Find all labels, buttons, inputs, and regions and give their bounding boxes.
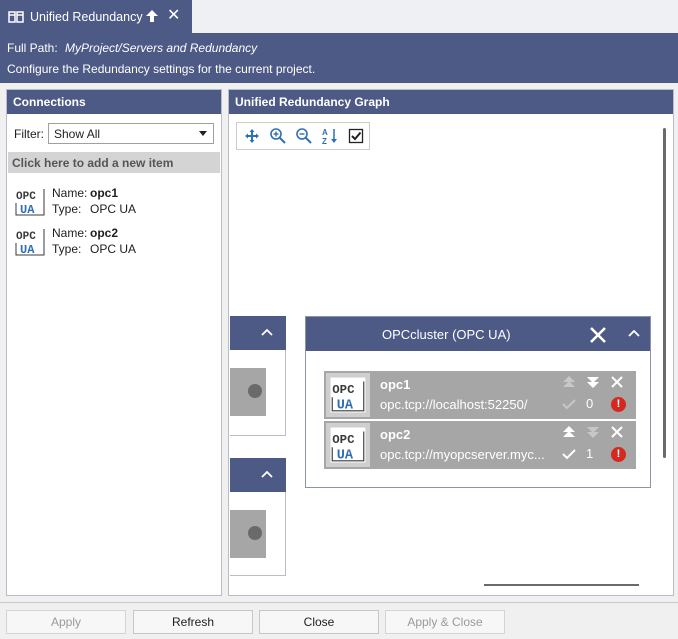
server-priority: 0 <box>586 396 594 411</box>
path-label: Full Path: <box>7 41 58 55</box>
server-priority: 1 <box>586 446 594 461</box>
close-button[interactable]: Close <box>259 610 379 634</box>
svg-text:OPC: OPC <box>332 433 355 447</box>
remove-icon[interactable] <box>610 375 624 389</box>
server-url: opc.tcp://myopcserver.myc... <box>380 447 545 462</box>
arrow-down-icon[interactable] <box>586 375 600 389</box>
chevron-up-icon[interactable] <box>261 470 273 478</box>
filter: Filter: Show All <box>14 123 214 144</box>
svg-text:A: A <box>322 128 328 137</box>
name-label: Name: <box>52 226 88 240</box>
cluster-partial <box>230 316 286 436</box>
delete-cluster-icon[interactable] <box>588 325 608 345</box>
server-url: opc.tcp://localhost:52250/ <box>380 397 528 412</box>
tab-title: Unified Redundancy <box>30 9 143 24</box>
connection-type: OPC UA <box>90 242 137 256</box>
type-label: Type: <box>52 202 82 216</box>
pan-icon[interactable] <box>241 125 263 147</box>
redundancy-graph-panel: Unified Redundancy Graph AZ OPCcluster (… <box>228 89 674 596</box>
type-label: Type: <box>52 242 82 256</box>
filter-dropdown[interactable]: Show All <box>48 123 214 144</box>
apply-button[interactable]: Apply <box>6 610 126 634</box>
apply-close-button[interactable]: Apply & Close <box>385 610 505 634</box>
path-value: MyProject/Servers and Redundancy <box>65 41 258 55</box>
page-description: Configure the Redundancy settings for th… <box>7 62 316 76</box>
connection-name: opc2 <box>90 226 119 240</box>
cluster-partial <box>230 458 286 576</box>
page-header: Full Path: MyProject/Servers and Redunda… <box>0 33 678 83</box>
vertical-scrollbar[interactable] <box>663 128 666 458</box>
graph-title: Unified Redundancy Graph <box>229 90 673 114</box>
filter-value: Show All <box>54 127 101 141</box>
cluster-partial-header <box>230 316 286 350</box>
cluster-partial-body <box>230 350 286 436</box>
svg-text:OPC: OPC <box>332 383 355 397</box>
check-icon <box>562 449 576 460</box>
cluster-header: OPCcluster (OPC UA) <box>306 317 650 351</box>
arrow-down-icon[interactable] <box>586 425 600 439</box>
server-item[interactable]: OPC UA opc1 opc.tcp://localhost:52250/ 0… <box>324 371 636 419</box>
horizontal-scrollbar[interactable] <box>484 584 639 586</box>
close-icon[interactable]: ✕ <box>167 8 180 24</box>
connections-title: Connections <box>7 90 221 114</box>
svg-text:Z: Z <box>322 137 327 145</box>
move-up-icon[interactable] <box>145 9 159 23</box>
error-icon[interactable]: ! <box>611 397 626 412</box>
opc-ua-logo: OPC UA <box>326 423 370 467</box>
refresh-button[interactable]: Refresh <box>133 610 253 634</box>
status-dot <box>248 384 262 398</box>
chevron-down-icon <box>199 131 207 136</box>
checkbox-icon[interactable] <box>345 125 367 147</box>
cluster-title: OPCcluster (OPC UA) <box>382 326 511 342</box>
chevron-up-icon[interactable] <box>261 328 273 336</box>
connection-item[interactable]: OPC UA Name: opc2 Type: OPC UA <box>14 225 136 257</box>
sort-icon[interactable]: AZ <box>319 125 341 147</box>
server-list: OPC UA opc1 opc.tcp://localhost:52250/ 0… <box>324 371 636 471</box>
filter-label: Filter: <box>14 126 44 141</box>
chevron-up-icon[interactable] <box>628 329 640 337</box>
check-icon <box>562 399 576 410</box>
tab-unified-redundancy[interactable]: Unified Redundancy ✕ <box>0 0 192 33</box>
zoom-in-icon[interactable] <box>267 125 289 147</box>
tab-strip: Unified Redundancy ✕ <box>0 0 678 33</box>
remove-icon[interactable] <box>610 425 624 439</box>
graph-toolbar: AZ <box>236 122 370 150</box>
svg-text:OPC: OPC <box>16 191 36 203</box>
svg-text:OPC: OPC <box>16 231 36 243</box>
cluster-partial-header <box>230 458 286 492</box>
footer: Apply Refresh Close Apply & Close <box>0 602 678 639</box>
error-icon[interactable]: ! <box>611 447 626 462</box>
connection-name: opc1 <box>90 186 119 200</box>
opc-ua-logo: OPC UA <box>14 185 46 217</box>
cluster-partial-body <box>230 492 286 576</box>
connections-panel: Connections Filter: Show All Click here … <box>6 89 222 596</box>
opc-cluster[interactable]: OPCcluster (OPC UA) OPC UA opc1 opc.tcp:… <box>305 316 651 488</box>
split-view-icon <box>8 10 24 23</box>
arrow-up-icon[interactable] <box>562 425 576 439</box>
arrow-up-icon[interactable] <box>562 375 576 389</box>
server-name: opc2 <box>380 427 411 442</box>
zoom-out-icon[interactable] <box>293 125 315 147</box>
server-name: opc1 <box>380 377 411 392</box>
status-dot <box>248 526 262 540</box>
connection-type: OPC UA <box>90 202 137 216</box>
connection-item[interactable]: OPC UA Name: opc1 Type: OPC UA <box>14 185 136 217</box>
server-item[interactable]: OPC UA opc2 opc.tcp://myopcserver.myc...… <box>324 421 636 469</box>
name-label: Name: <box>52 186 88 200</box>
opc-ua-logo: OPC UA <box>326 373 370 417</box>
opc-ua-logo: OPC UA <box>14 225 46 257</box>
add-item-button[interactable]: Click here to add a new item <box>8 152 220 173</box>
